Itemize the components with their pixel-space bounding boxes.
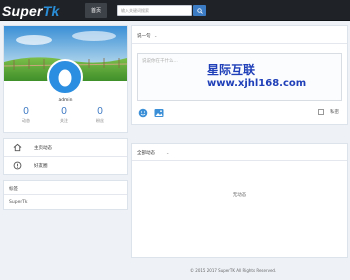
feed-divider xyxy=(132,160,347,161)
top-navbar: Super Tk 首页 输入关键词搜索 xyxy=(0,0,350,21)
footer-copyright: © 2015 2017 SuperTK All Rights Reserved. xyxy=(190,268,277,273)
friends-icon xyxy=(13,161,22,170)
composer-divider xyxy=(132,43,347,44)
feed-card: 全部动态 ⌄ 无动态 xyxy=(131,143,348,258)
stat-following[interactable]: 0 关注 xyxy=(49,106,79,124)
tags-heading: 标签 xyxy=(9,187,18,192)
composer-heading: 说一句 xyxy=(137,34,151,39)
feed-heading: 全部动态 xyxy=(137,151,155,156)
profile-stats: 0 动态 0 关注 0 粉丝 xyxy=(4,106,127,130)
stat-following-label: 关注 xyxy=(60,118,68,123)
logo-text-main: Super xyxy=(2,2,43,19)
private-label: 私密 xyxy=(330,110,339,115)
watermark-url: www.xjhl168.com xyxy=(207,78,307,89)
stat-posts-value: 0 xyxy=(23,106,29,117)
stat-following-value: 0 xyxy=(61,106,67,117)
chevron-down-icon[interactable]: ⌄ xyxy=(166,150,169,155)
search-button[interactable] xyxy=(193,5,206,16)
profile-card: admin 0 动态 0 关注 0 粉丝 xyxy=(3,25,128,133)
sidebar-item-friends[interactable]: 好友圈 xyxy=(4,157,127,174)
emoji-icon xyxy=(138,108,148,118)
watermark-title: 星际互联 xyxy=(207,63,256,77)
search-input[interactable]: 输入关键词搜索 xyxy=(117,5,192,16)
avatar[interactable] xyxy=(47,59,83,95)
stat-followers[interactable]: 0 粉丝 xyxy=(85,106,115,124)
egg-avatar-icon xyxy=(58,69,72,87)
chevron-down-icon[interactable]: ⌄ xyxy=(154,33,157,38)
image-upload-button[interactable] xyxy=(154,108,164,118)
profile-username[interactable]: admin xyxy=(4,98,127,103)
search-icon xyxy=(196,7,203,14)
tag-link[interactable]: SuperTk xyxy=(9,200,28,205)
stat-posts[interactable]: 0 动态 xyxy=(11,106,41,124)
sidebar-item-label: 好友圈 xyxy=(34,163,48,169)
stat-followers-value: 0 xyxy=(97,106,103,117)
logo-text-accent: Tk xyxy=(42,2,60,19)
emoji-button[interactable] xyxy=(138,108,148,118)
checkbox-box[interactable] xyxy=(318,109,324,115)
home-icon xyxy=(13,143,22,152)
image-icon xyxy=(154,109,164,117)
tags-divider xyxy=(4,194,127,195)
stat-followers-label: 粉丝 xyxy=(96,118,104,123)
sidebar-item-home-feed[interactable]: 主页动态 xyxy=(4,139,127,156)
tags-card: 标签 SuperTk xyxy=(3,180,128,210)
stat-posts-label: 动态 xyxy=(22,118,30,123)
private-checkbox[interactable]: 私密 xyxy=(318,109,339,115)
sidebar-item-label: 主页动态 xyxy=(34,145,52,151)
sidebar-menu: 主页动态 好友圈 xyxy=(3,138,128,175)
nav-home-link[interactable]: 首页 xyxy=(85,3,107,18)
feed-empty-message: 无动态 xyxy=(232,193,247,198)
site-logo[interactable]: Super Tk xyxy=(2,2,59,19)
